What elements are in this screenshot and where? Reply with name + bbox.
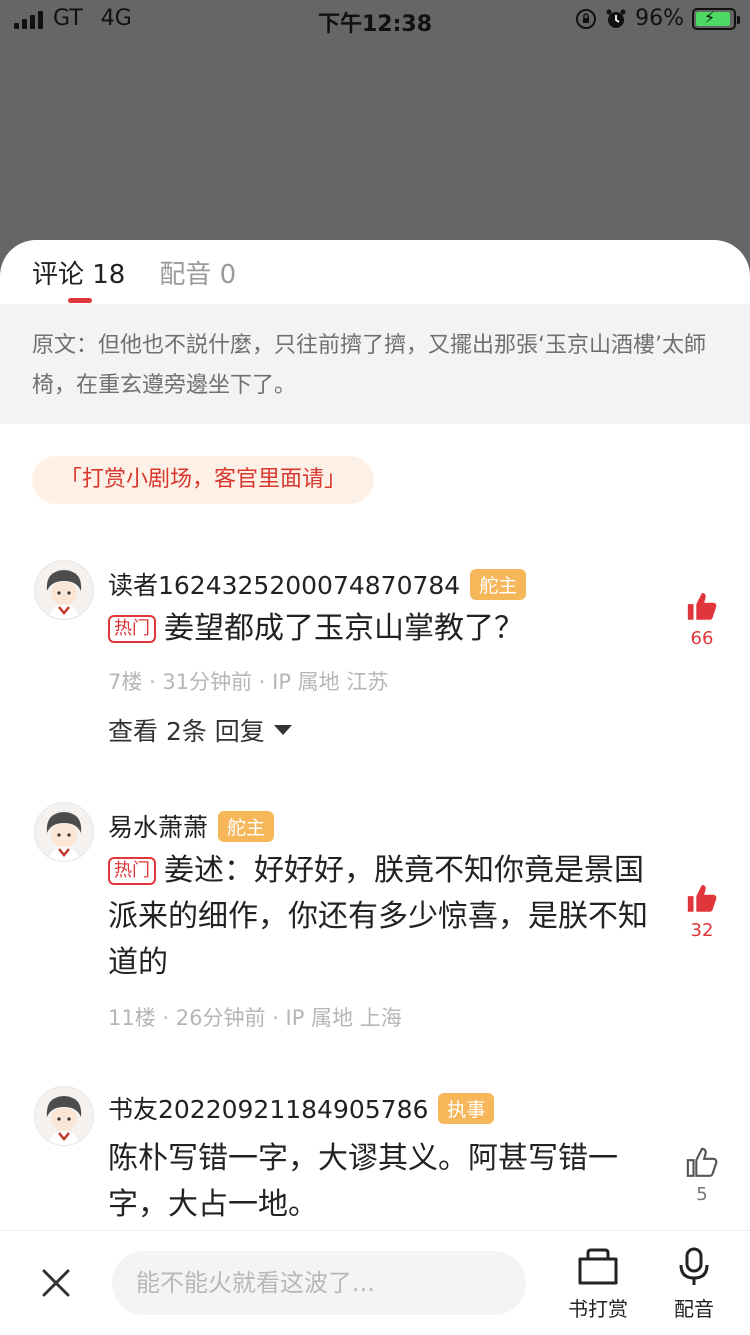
- comment-text[interactable]: 热门 姜述：好好好，朕竟不知你竟是景国派来的细作，你还有多少惊喜，是朕不知道的: [108, 848, 648, 986]
- like-count: 32: [690, 920, 714, 941]
- comment-text[interactable]: 热门 姜望都成了玉京山掌教了？: [108, 606, 648, 652]
- avatar[interactable]: [34, 802, 94, 862]
- caret-down-icon: [273, 725, 292, 735]
- reward-theater-chip[interactable]: 「打赏小剧场，客官里面请」: [32, 456, 375, 504]
- alarm-icon: [606, 9, 626, 28]
- view-replies-button[interactable]: 查看 2条 回复: [108, 712, 293, 748]
- comment-input[interactable]: 能不能火就看这波了...: [112, 1251, 526, 1315]
- avatar[interactable]: [34, 560, 94, 620]
- comment-meta: 11楼 · 26分钟前 · IP 属地 上海: [108, 1006, 402, 1030]
- origin-quote: 原文：但他也不説什麼，只往前擠了擠，又擺出那張‘玉京山酒樓’太師椅，在重玄遵旁邊…: [0, 304, 750, 424]
- like-button[interactable]: 32: [682, 882, 722, 941]
- comment-user-row: 易水萧萧 舵主: [108, 808, 275, 844]
- avatar-image: [35, 1087, 93, 1145]
- active-tab-indicator: [68, 298, 92, 303]
- status-bar: GT 4G 下午12:38 96% ⚡: [0, 0, 750, 40]
- tab-dubbing[interactable]: 配音 0: [159, 254, 236, 291]
- comment-user-row: 书友20220921184905786 执事: [108, 1090, 495, 1126]
- avatar-image: [35, 561, 93, 619]
- battery-charging-icon: ⚡: [692, 7, 740, 30]
- tab-bar: 评论 18 配音 0: [32, 254, 236, 303]
- book-reward-label: 书打赏: [568, 1297, 628, 1321]
- rank-badge: 舵主: [470, 568, 527, 600]
- book-reward-button[interactable]: 书打赏: [558, 1247, 638, 1322]
- username[interactable]: 读者1624325200074870784: [108, 566, 460, 602]
- status-right: 96% ⚡: [575, 6, 740, 31]
- comment-text[interactable]: 陈朴写错一字，大谬其义。阿甚写错一字，大占一地。: [108, 1136, 648, 1228]
- hot-tag: 热门: [108, 857, 156, 885]
- dub-button[interactable]: 配音: [654, 1247, 734, 1322]
- avatar-image: [35, 803, 93, 861]
- bottom-bar: 能不能火就看这波了... 书打赏 配音: [0, 1230, 750, 1335]
- comment-sheet: 评论 18 配音 0 原文：但他也不説什麼，只往前擠了擠，又擺出那張‘玉京山酒樓…: [0, 240, 750, 1334]
- avatar[interactable]: [34, 1086, 94, 1146]
- gift-bag-icon: [578, 1248, 618, 1285]
- microphone-icon: [679, 1247, 709, 1285]
- tab-dubbing-label: 配音 0: [159, 260, 237, 290]
- rank-badge: 执事: [438, 1092, 495, 1124]
- username[interactable]: 易水萧萧: [108, 808, 208, 844]
- like-button[interactable]: 5: [682, 1146, 722, 1205]
- like-button[interactable]: 66: [682, 590, 722, 649]
- thumbs-up-outline-icon: [686, 1147, 718, 1177]
- comment-body: 姜望都成了玉京山掌教了？: [164, 611, 524, 646]
- battery-percent: 96%: [635, 6, 684, 31]
- comment-user-row: 读者1624325200074870784 舵主: [108, 566, 527, 602]
- close-button[interactable]: [36, 1263, 76, 1303]
- username[interactable]: 书友20220921184905786: [108, 1090, 428, 1126]
- thumbs-up-icon: [687, 884, 717, 912]
- close-icon: [42, 1269, 70, 1297]
- tab-comments[interactable]: 评论 18: [32, 254, 126, 303]
- thumbs-up-icon: [687, 592, 717, 620]
- hot-tag: 热门: [108, 615, 156, 643]
- dub-label: 配音: [674, 1297, 714, 1321]
- orientation-lock-icon: [576, 8, 597, 29]
- like-count: 66: [690, 628, 714, 649]
- comment-body: 陈朴写错一字，大谬其义。阿甚写错一字，大占一地。: [108, 1141, 618, 1222]
- comment-body: 姜述：好好好，朕竟不知你竟是景国派来的细作，你还有多少惊喜，是朕不知道的: [108, 853, 648, 980]
- tab-comments-label: 评论 18: [32, 260, 126, 290]
- rank-badge: 舵主: [218, 810, 275, 842]
- like-count: 5: [696, 1184, 708, 1205]
- view-replies-label: 查看 2条 回复: [108, 717, 265, 746]
- comment-meta: 7楼 · 31分钟前 · IP 属地 江苏: [108, 670, 389, 694]
